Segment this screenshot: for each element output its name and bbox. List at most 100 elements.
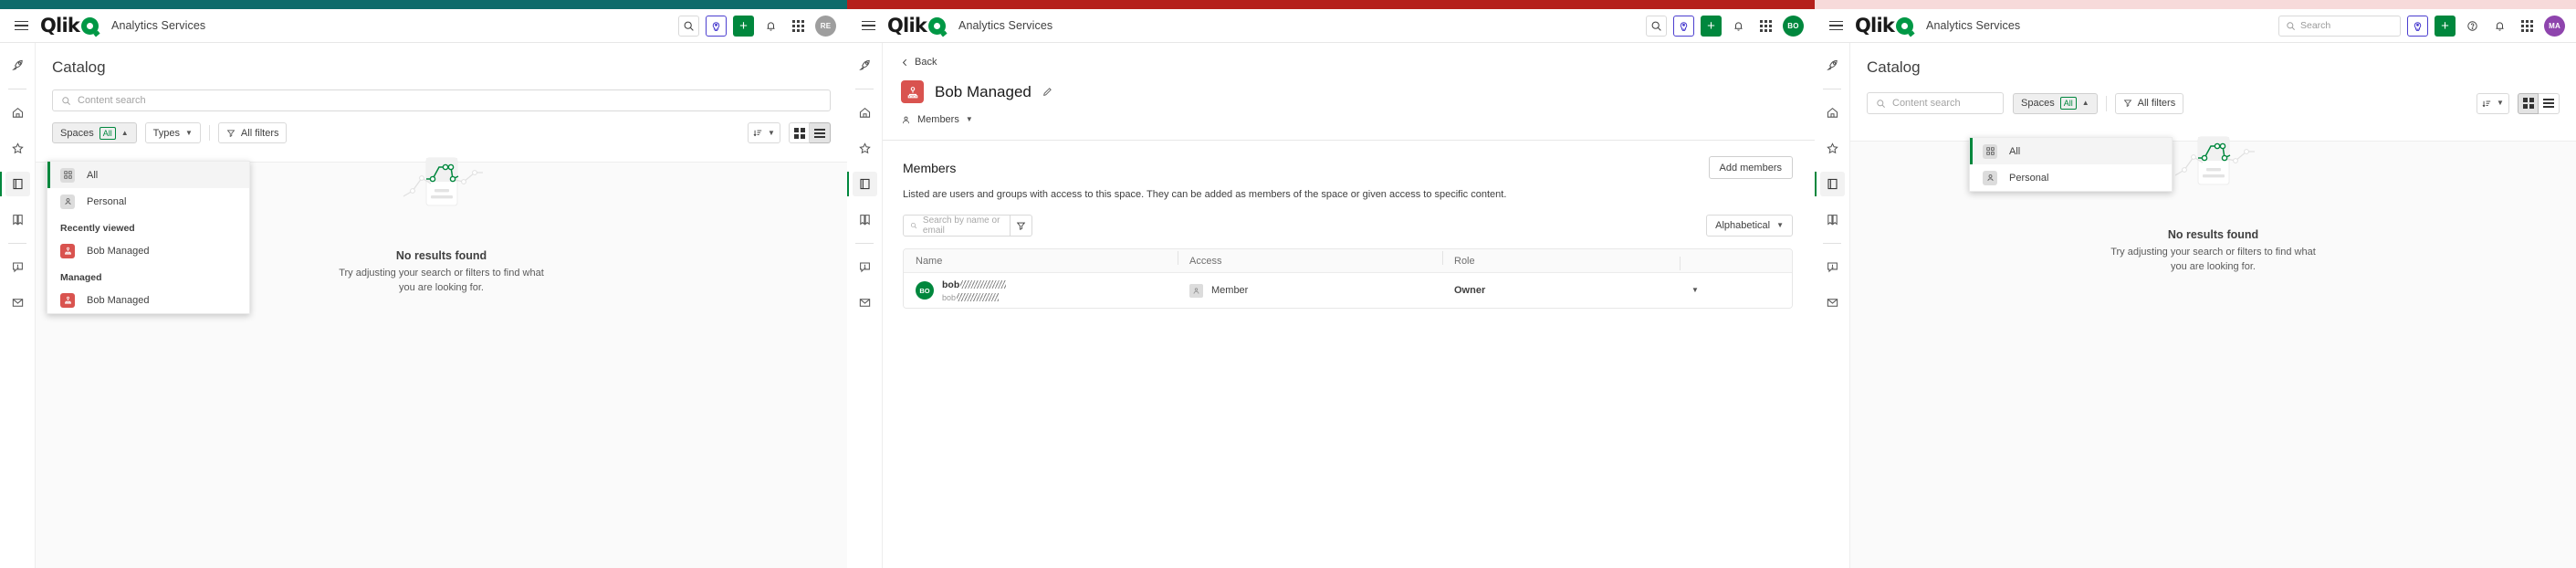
favorites-icon[interactable] (853, 136, 877, 161)
app-launcher-icon[interactable] (1755, 15, 1776, 37)
avatar[interactable]: RE (815, 15, 836, 37)
all-filters-label: All filters (240, 127, 279, 139)
grid-view-button[interactable] (789, 122, 810, 143)
sidebar-item-catalog[interactable] (1815, 172, 1845, 196)
favorites-icon[interactable] (5, 136, 30, 161)
create-icon[interactable]: + (2435, 15, 2456, 37)
help-icon[interactable] (2462, 15, 2483, 37)
space-header: Bob Managed (883, 68, 1815, 103)
rocket-icon[interactable] (853, 53, 877, 78)
list-view-button[interactable] (2539, 92, 2560, 114)
menu-icon[interactable] (11, 16, 31, 36)
tab-members[interactable]: Members ▼ (883, 103, 1815, 125)
member-name-line: bob (942, 279, 1007, 290)
spaces-dropdown-group-managed: Managed (60, 272, 102, 283)
sort-button[interactable]: ▼ (2477, 92, 2509, 114)
collections-icon[interactable] (5, 207, 30, 232)
spaces-dropdown-item-all[interactable]: All (1970, 138, 2172, 164)
members-description: Listed are users and groups with access … (903, 189, 1507, 200)
table-row[interactable]: BO bob bob Member Owner ▼ (904, 273, 1792, 308)
alerts-icon[interactable] (5, 255, 30, 279)
create-icon[interactable]: + (733, 15, 754, 37)
search-input[interactable]: Search (2278, 15, 2401, 37)
notifications-icon[interactable] (1728, 15, 1749, 37)
all-filters-button[interactable]: All filters (2114, 92, 2184, 114)
grid-view-button[interactable] (2518, 92, 2539, 114)
collections-icon[interactable] (1820, 207, 1845, 232)
qlik-logo[interactable]: Qlik (887, 16, 947, 36)
insight-advisor-icon[interactable] (2407, 15, 2428, 37)
collections-icon[interactable] (853, 207, 877, 232)
notifications-icon[interactable] (2489, 15, 2510, 37)
empty-state-subtitle: Try adjusting your search or filters to … (2110, 247, 2316, 272)
back-label: Back (915, 57, 937, 68)
sidebar-item-catalog[interactable] (0, 172, 30, 196)
app-shell-3: Catalog Content search Spaces All ▲ All … (1815, 43, 2576, 568)
spaces-dropdown-item-personal[interactable]: Personal (1970, 164, 2172, 191)
back-link[interactable]: Back (883, 43, 1815, 68)
personal-space-icon (60, 194, 75, 209)
app-launcher-icon[interactable] (2517, 15, 2538, 37)
subscriptions-icon[interactable] (1820, 290, 1845, 315)
filter-row-3: Content search Spaces All ▲ All filters (1867, 92, 2560, 114)
member-email-line: bob (942, 293, 1006, 302)
content-search-input[interactable]: Content search (1867, 92, 2004, 114)
member-sort-button[interactable]: Alphabetical ▼ (1706, 215, 1793, 237)
sort-chevron-icon: ▼ (768, 128, 775, 137)
notifications-icon[interactable] (760, 15, 781, 37)
member-filter-button[interactable] (1011, 215, 1032, 237)
avatar[interactable]: BO (1783, 15, 1804, 37)
alerts-icon[interactable] (1820, 255, 1845, 279)
add-members-button[interactable]: Add members (1708, 156, 1793, 179)
spaces-dropdown-item-personal[interactable]: Personal (47, 188, 249, 215)
qlik-logo[interactable]: Qlik (1855, 16, 1914, 36)
sort-button[interactable]: ▼ (748, 122, 780, 143)
rocket-icon[interactable] (1820, 53, 1845, 78)
spaces-filter-label: Spaces (2021, 98, 2055, 109)
qlik-o-icon (81, 16, 99, 35)
empty-state-title: No results found (395, 249, 487, 262)
rocket-icon[interactable] (5, 53, 30, 78)
sidebar-item-catalog[interactable] (847, 172, 877, 196)
spaces-dropdown-item-recent-bob-managed[interactable]: Bob Managed (47, 237, 249, 264)
subscriptions-icon[interactable] (853, 290, 877, 315)
insight-advisor-icon[interactable] (706, 15, 727, 37)
subscriptions-icon[interactable] (5, 290, 30, 315)
left-rail-2 (847, 43, 883, 568)
home-icon[interactable] (1820, 100, 1845, 125)
spaces-filter-button[interactable]: Spaces All ▲ (52, 122, 137, 143)
spaces-dropdown-item-managed-bob-managed[interactable]: Bob Managed (47, 287, 249, 313)
menu-icon[interactable] (1826, 16, 1846, 36)
spaces-dropdown-label-personal: Personal (2009, 172, 2049, 184)
qlik-logo[interactable]: Qlik (40, 16, 99, 36)
member-name-stack: bob bob (942, 279, 1007, 302)
create-icon[interactable]: + (1701, 15, 1722, 37)
spaces-dropdown-item-all[interactable]: All (47, 162, 249, 188)
members-table: Name Access Role BO bob bob Member Owner… (903, 248, 1793, 309)
avatar[interactable]: MA (2544, 15, 2565, 37)
search-icon[interactable] (1646, 15, 1667, 37)
top-navbar: Qlik Analytics Services + RE (0, 9, 847, 43)
home-icon[interactable] (5, 100, 30, 125)
all-filters-button[interactable]: All filters (217, 122, 288, 143)
edit-icon[interactable] (1042, 87, 1052, 97)
list-view-button[interactable] (810, 122, 831, 143)
app-launcher-icon[interactable] (788, 15, 809, 37)
search-icon[interactable] (678, 15, 699, 37)
types-filter-button[interactable]: Types ▼ (144, 122, 201, 143)
alerts-icon[interactable] (853, 255, 877, 279)
favorites-icon[interactable] (1820, 136, 1845, 161)
spaces-filter-button[interactable]: Spaces All ▲ (2013, 92, 2098, 114)
content-search-input[interactable]: Content search (52, 89, 831, 111)
insight-advisor-icon[interactable] (1673, 15, 1694, 37)
menu-icon[interactable] (858, 16, 878, 36)
member-search-input[interactable]: Search by name or email (903, 215, 1011, 237)
member-row-menu-button[interactable]: ▼ (1680, 287, 1792, 294)
search-icon (2287, 21, 2295, 30)
top-navbar-3: Qlik Analytics Services Search + MA (1815, 9, 2576, 43)
home-icon[interactable] (853, 100, 877, 125)
sort-chevron-icon: ▼ (2497, 99, 2504, 107)
spaces-dropdown-label-personal: Personal (87, 195, 127, 207)
tenant-name: Analytics Services (1926, 19, 2021, 32)
qlik-o-icon (1896, 16, 1914, 35)
